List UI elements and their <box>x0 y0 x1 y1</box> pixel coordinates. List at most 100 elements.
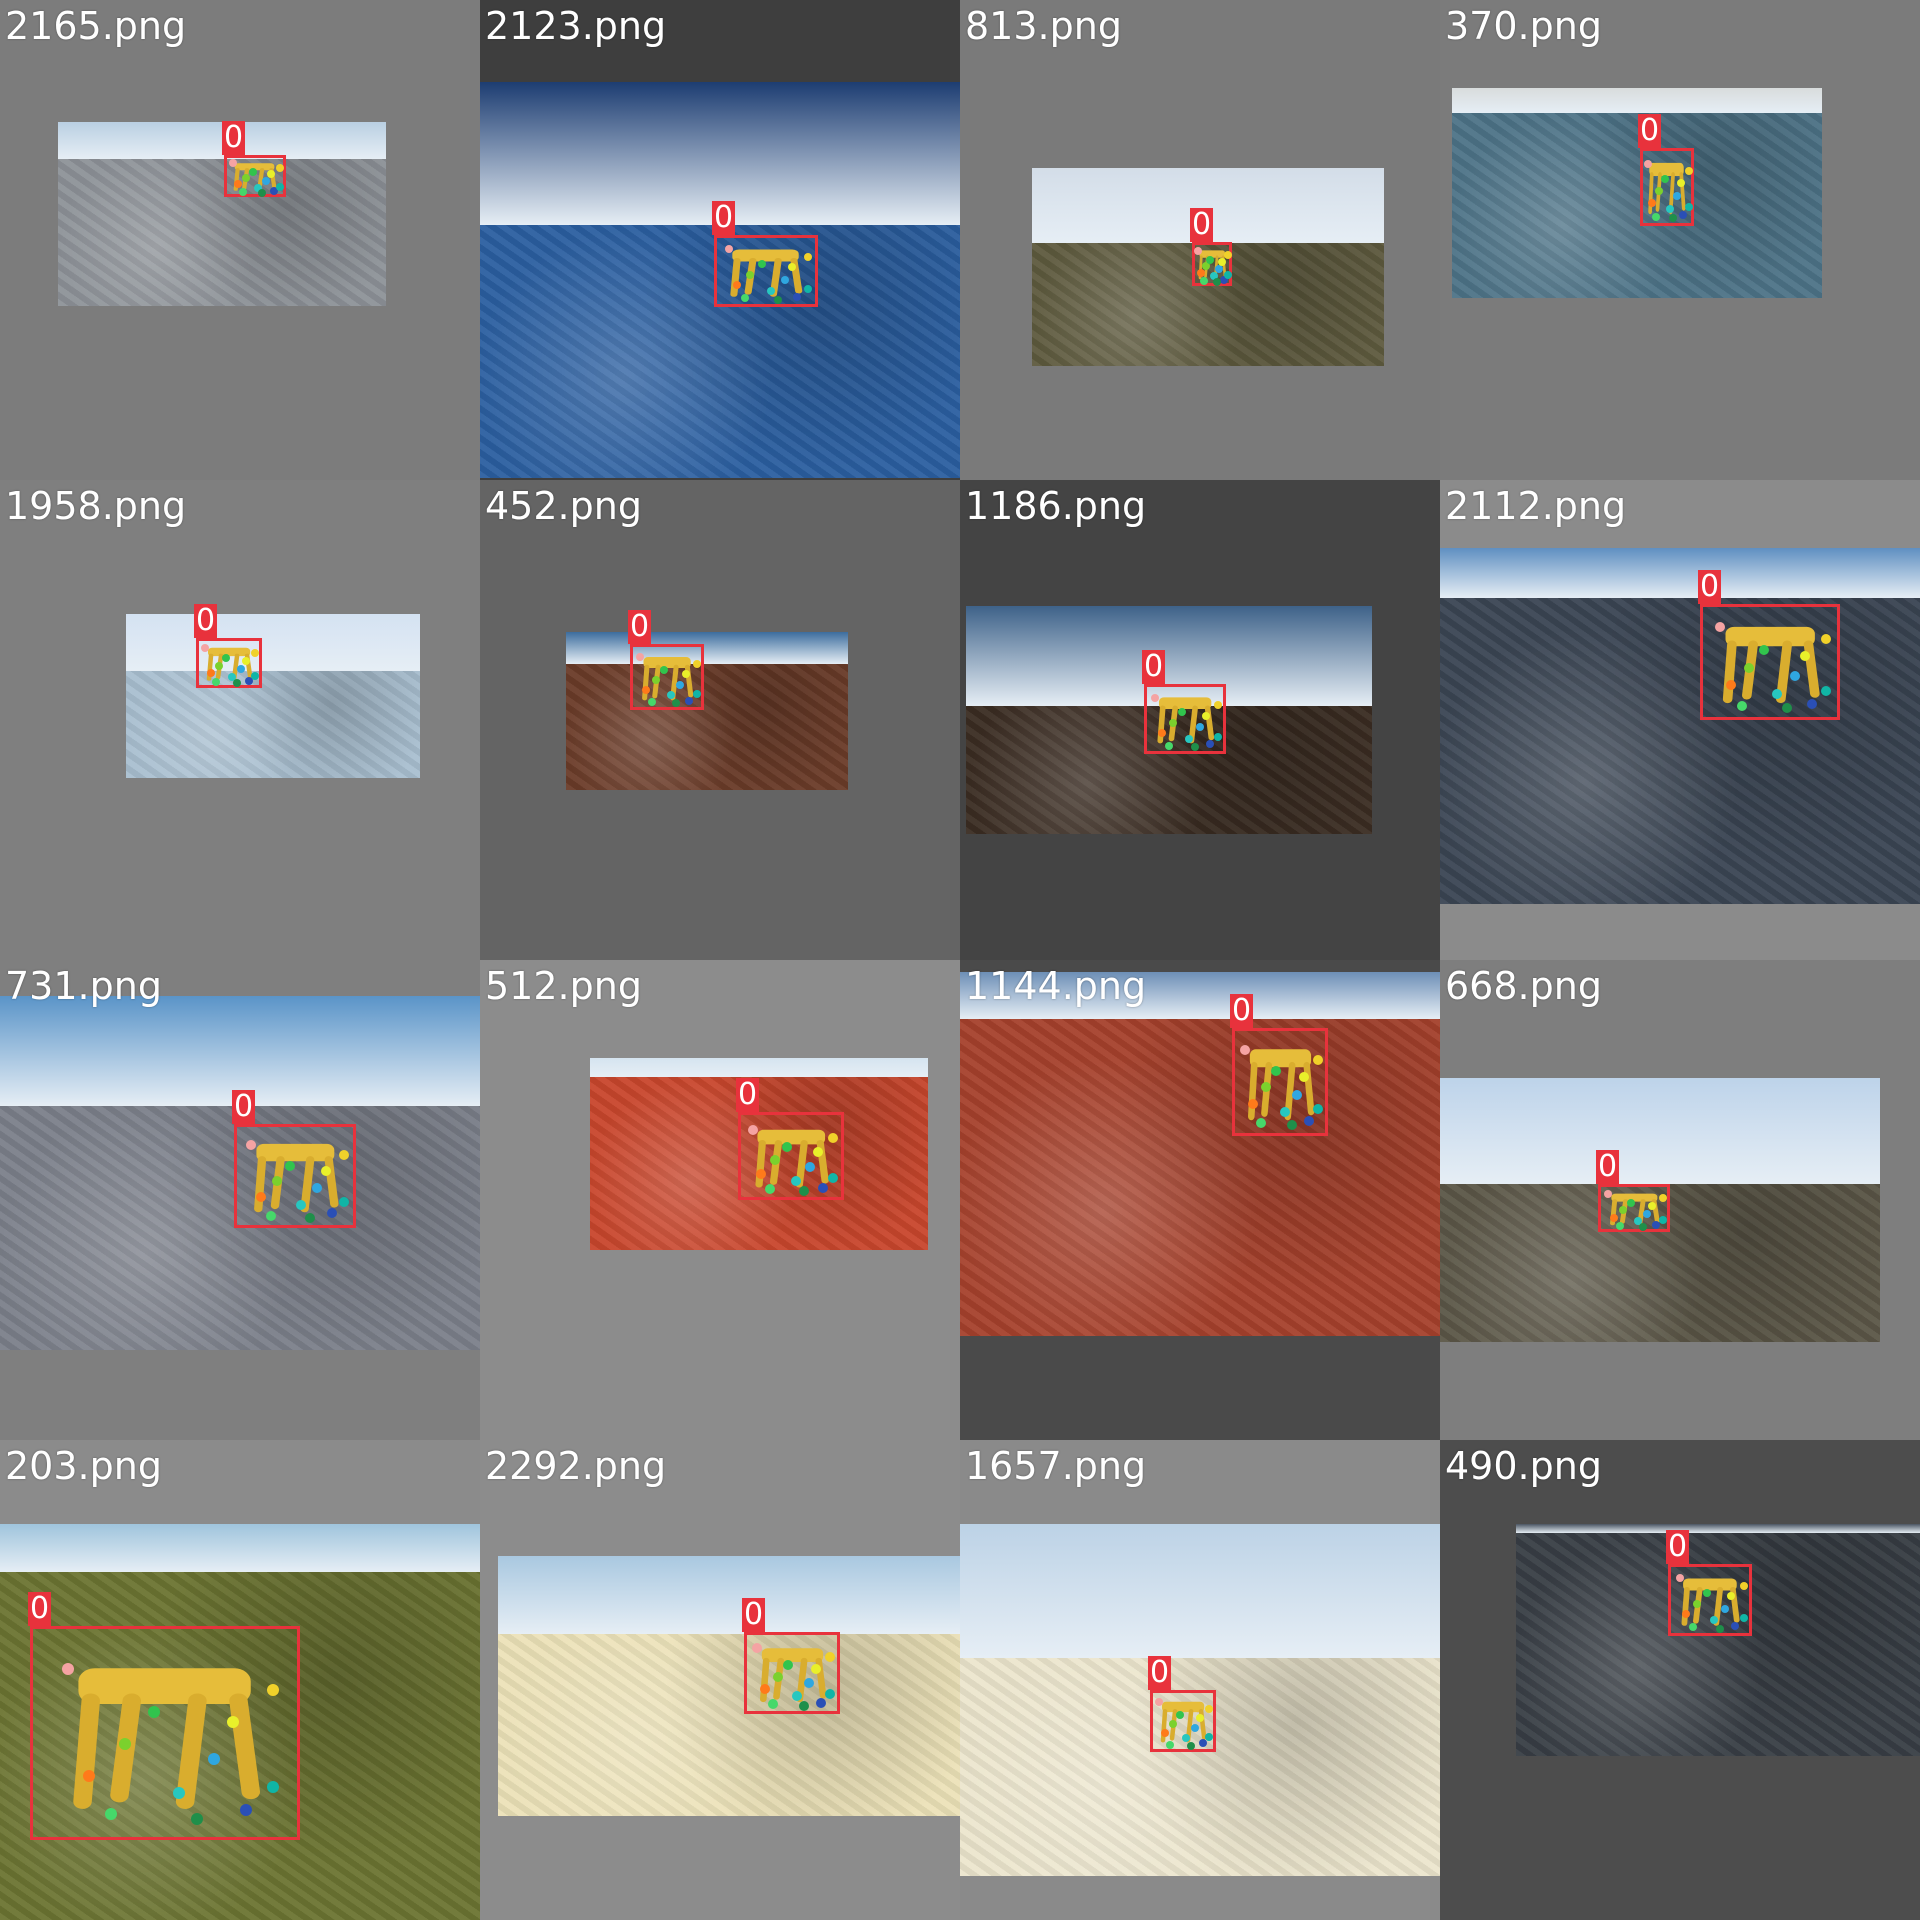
keypoint-dot <box>1185 734 1194 743</box>
image-tile: 0 1958.png <box>0 480 480 960</box>
keypoint-dot <box>724 245 733 254</box>
keypoint-dot <box>215 661 224 670</box>
keypoint-dot <box>255 1191 266 1202</box>
filename-caption: 668.png <box>1445 964 1602 1008</box>
keypoint-dot <box>791 1690 802 1701</box>
filename-caption: 1144.png <box>965 964 1147 1008</box>
keypoint-dot <box>798 1186 809 1197</box>
keypoint-dot <box>338 1150 349 1161</box>
ground <box>960 1019 1440 1336</box>
keypoint-dot <box>803 252 812 261</box>
image-tile: 0 2112.png <box>1440 480 1920 960</box>
sky <box>126 614 420 672</box>
keypoint-dot <box>757 259 766 268</box>
ground <box>1440 597 1920 904</box>
image-tile: 0 203.png <box>0 1440 480 1920</box>
scene-image <box>1452 88 1822 298</box>
ground <box>126 671 420 778</box>
keypoint-dot <box>1609 1213 1618 1222</box>
sky <box>498 1556 960 1634</box>
keypoint-dot <box>1260 1082 1271 1093</box>
keypoint-dot <box>805 1161 816 1172</box>
class-label: 0 <box>1190 207 1214 242</box>
filename-caption: 370.png <box>1445 4 1602 48</box>
keypoint-dot <box>240 1804 252 1817</box>
filename-caption: 2292.png <box>485 1444 667 1488</box>
image-tile: 0 2292.png <box>480 1440 960 1920</box>
keypoint-dot <box>1205 1704 1214 1713</box>
keypoint-dot <box>1303 1115 1314 1126</box>
keypoint-dot <box>246 1139 257 1150</box>
keypoint-dot <box>1255 1118 1266 1129</box>
keypoint-dot <box>692 659 701 668</box>
keypoint-dot <box>1660 175 1669 184</box>
keypoint-dot <box>338 1197 349 1207</box>
keypoint-dot <box>232 679 241 687</box>
filename-caption: 452.png <box>485 484 642 528</box>
class-label: 0 <box>1230 993 1254 1028</box>
keypoint-dot <box>1186 1741 1195 1750</box>
class-label: 0 <box>628 609 652 644</box>
scene-image <box>960 972 1440 1336</box>
keypoint-dot <box>692 689 701 698</box>
keypoint-dot <box>1196 268 1205 277</box>
keypoint-dot <box>285 1160 296 1171</box>
ground <box>1452 113 1822 298</box>
keypoint-dot <box>275 163 284 172</box>
class-label: 0 <box>1142 649 1166 684</box>
ground <box>498 1634 960 1816</box>
keypoint-dot <box>1205 1732 1214 1741</box>
sky <box>1516 1524 1920 1534</box>
scene-image <box>498 1556 960 1816</box>
keypoint-dot <box>191 1812 204 1825</box>
class-label: 0 <box>742 1597 766 1632</box>
sky <box>0 1524 480 1572</box>
keypoint-dot <box>1615 1222 1624 1231</box>
class-label: 0 <box>232 1089 256 1124</box>
keypoint-dot <box>1642 1209 1651 1218</box>
image-tile: 0 1144.png <box>960 960 1440 1440</box>
keypoint-dot <box>1193 246 1202 255</box>
scene-image <box>566 632 848 790</box>
sky <box>1452 88 1822 114</box>
image-tile: 0 1657.png <box>960 1440 1440 1920</box>
class-label: 0 <box>1148 1655 1172 1690</box>
keypoint-dot <box>1638 1223 1647 1232</box>
filename-caption: 1657.png <box>965 1444 1147 1488</box>
keypoint-dot <box>685 696 694 705</box>
keypoint-dot <box>1693 1599 1702 1608</box>
keypoint-dot <box>267 1780 279 1793</box>
keypoint-dot <box>1807 698 1817 709</box>
keypoint-dot <box>772 1672 783 1683</box>
keypoint-dot <box>812 1146 823 1157</box>
keypoint-dot <box>238 187 247 196</box>
keypoint-dot <box>1279 1107 1290 1118</box>
keypoint-dot <box>1702 1588 1711 1597</box>
sky <box>590 1058 928 1078</box>
keypoint-dot <box>271 1176 282 1187</box>
image-tile: 0 370.png <box>1440 0 1920 480</box>
image-tile: 0 1186.png <box>960 480 1440 960</box>
filename-caption: 1958.png <box>5 484 187 528</box>
keypoint-dot <box>1160 1729 1169 1738</box>
filename-caption: 203.png <box>5 1444 162 1488</box>
keypoint-dot <box>241 656 250 665</box>
keypoint-dot <box>1821 633 1831 644</box>
keypoint-dot <box>747 1124 758 1135</box>
keypoint-dot <box>1604 1189 1613 1198</box>
keypoint-dot <box>251 671 260 680</box>
keypoint-dot <box>1158 729 1167 737</box>
keypoint-dot <box>1744 662 1754 673</box>
sky <box>566 632 848 664</box>
keypoint-dot <box>1647 198 1656 207</box>
filename-caption: 813.png <box>965 4 1122 48</box>
keypoint-dot <box>1195 1713 1204 1722</box>
keypoint-dot <box>275 182 284 191</box>
keypoint-dot <box>1648 1201 1656 1210</box>
keypoint-dot <box>1206 255 1215 264</box>
keypoint-dot <box>1224 271 1232 279</box>
scene-image <box>126 614 420 778</box>
keypoint-dot <box>1165 1740 1174 1749</box>
keypoint-dot <box>320 1165 331 1176</box>
keypoint-dot <box>241 174 250 183</box>
